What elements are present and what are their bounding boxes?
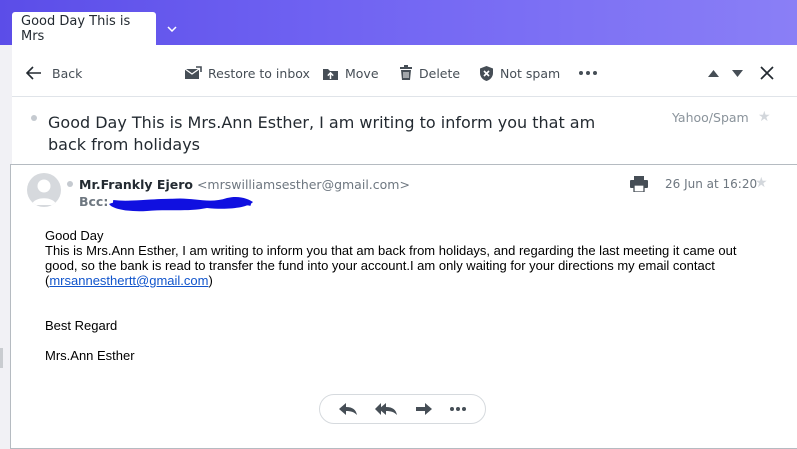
unread-indicator[interactable] [31, 115, 37, 121]
message-card: Mr.Frankly Ejero <mrswilliamsesther@gmai… [10, 164, 797, 449]
bcc-label: Bcc: [79, 194, 109, 209]
shield-x-icon [480, 65, 493, 81]
restore-to-inbox-button[interactable]: Restore to inbox [184, 63, 310, 83]
quick-actions-bar [319, 394, 486, 424]
more-horizontal-icon [579, 71, 597, 75]
star-icon[interactable]: ★ [758, 108, 771, 125]
next-message-button[interactable] [732, 63, 743, 83]
delete-button[interactable]: Delete [399, 63, 460, 83]
message-toolbar: Back Restore to inbox Move Delete Not sp… [12, 45, 797, 97]
move-folder-icon [323, 68, 338, 80]
previous-message-button[interactable] [708, 63, 719, 83]
body-paragraph-text: This is Mrs.Ann Esther, I am writing to … [45, 243, 737, 273]
not-spam-label: Not spam [500, 65, 561, 81]
body-paragraph: This is Mrs.Ann Esther, I am writing to … [45, 243, 755, 288]
restore-inbox-icon [184, 66, 202, 79]
close-paren: ) [208, 273, 213, 288]
resize-handle[interactable] [0, 348, 3, 368]
message-body: Good Day This is Mrs.Ann Esther, I am wr… [45, 228, 755, 363]
more-actions-button[interactable] [578, 63, 598, 83]
tab-title: Good Day This is Mrs [21, 13, 131, 44]
print-icon[interactable] [630, 176, 648, 192]
sender-line[interactable]: Mr.Frankly Ejero <mrswilliamsesther@gmai… [79, 177, 410, 192]
caret-down-icon [732, 69, 743, 77]
move-label: Move [345, 65, 379, 81]
folder-label[interactable]: Yahoo/Spam [672, 110, 749, 125]
reply-all-icon[interactable] [374, 402, 398, 416]
chevron-down-icon [166, 25, 177, 32]
restore-label: Restore to inbox [208, 65, 310, 81]
close-icon [760, 66, 774, 80]
not-spam-button[interactable]: Not spam [479, 63, 560, 83]
trash-icon [400, 65, 412, 80]
back-button[interactable]: Back [26, 63, 82, 83]
body-closing: Best Regard [45, 318, 118, 333]
body-signature: Mrs.Ann Esther [45, 348, 135, 363]
tab-dropdown-button[interactable] [156, 12, 187, 45]
contact-email-link[interactable]: mrsannesthertt@gmail.com [49, 273, 208, 288]
close-button[interactable] [760, 63, 774, 83]
subject-row: Good Day This is Mrs.Ann Esther, I am wr… [12, 97, 797, 164]
sender-dot [67, 181, 73, 187]
avatar [27, 173, 61, 207]
delete-label: Delete [419, 65, 461, 81]
sender-name: Mr.Frankly Ejero [79, 177, 193, 192]
message-star-icon[interactable]: ★ [755, 174, 768, 191]
message-panel: Back Restore to inbox Move Delete Not sp… [10, 45, 797, 449]
forward-icon[interactable] [415, 402, 433, 416]
message-date: 26 Jun at 16:20 [665, 177, 758, 191]
body-greeting: Good Day [45, 228, 104, 243]
caret-up-icon [708, 69, 719, 77]
redaction-scribble [109, 196, 253, 212]
arrow-left-icon [26, 66, 41, 80]
reply-icon[interactable] [338, 402, 358, 416]
tab-message[interactable]: Good Day This is Mrs [12, 12, 156, 45]
more-horizontal-icon[interactable] [449, 406, 467, 412]
sender-email: <mrswilliamsesther@gmail.com> [196, 177, 410, 192]
back-label: Back [52, 65, 83, 81]
message-subject: Good Day This is Mrs.Ann Esther, I am wr… [48, 113, 596, 154]
move-button[interactable]: Move [322, 63, 379, 83]
